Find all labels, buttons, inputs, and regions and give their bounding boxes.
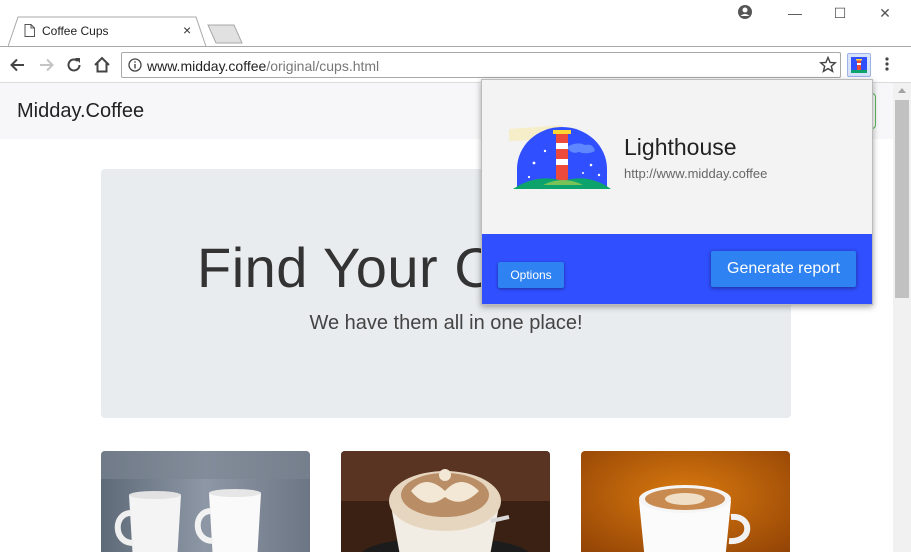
hero-subtitle: We have them all in one place!	[309, 312, 583, 334]
url-path: /original/cups.html	[266, 58, 380, 74]
back-icon[interactable]	[8, 55, 28, 75]
home-icon[interactable]	[92, 55, 112, 75]
info-icon[interactable]	[128, 58, 142, 72]
forward-icon[interactable]	[36, 55, 56, 75]
url-host: www.midday.coffee	[147, 58, 267, 74]
url-text[interactable]: www.midday.coffee/original/cups.html	[147, 58, 379, 74]
site-brand[interactable]: Midday.Coffee	[17, 100, 144, 123]
scroll-up-icon[interactable]	[898, 88, 906, 93]
lighthouse-title: Lighthouse	[624, 134, 737, 160]
coffee-card-image[interactable]	[341, 451, 550, 552]
reload-icon[interactable]	[64, 55, 84, 75]
page-icon	[24, 24, 35, 37]
popup-footer: Options Generate report	[482, 234, 872, 304]
hero-title: Find Your Co	[197, 236, 527, 299]
title-bar: Coffee Cups × — ☐ ✕	[0, 0, 911, 47]
star-icon[interactable]	[819, 56, 837, 74]
address-bar[interactable]: www.midday.coffee/original/cups.html	[121, 52, 841, 78]
close-window-button[interactable]: ✕	[870, 4, 900, 24]
tab-title: Coffee Cups	[42, 24, 109, 38]
options-button[interactable]: Options	[498, 262, 564, 288]
lighthouse-logo-icon	[509, 125, 611, 189]
scroll-thumb[interactable]	[895, 100, 909, 298]
page-scrollbar[interactable]	[893, 83, 911, 552]
lighthouse-url: http://www.midday.coffee	[624, 166, 768, 181]
lighthouse-extension-button[interactable]	[847, 53, 871, 77]
cappuccino-image	[341, 451, 550, 552]
tab-close-icon[interactable]: ×	[183, 22, 191, 38]
coffee-card-image[interactable]	[581, 451, 790, 552]
lighthouse-extension-icon	[851, 57, 867, 73]
lighthouse-popup: Lighthouse http://www.midday.coffee Opti…	[481, 79, 873, 305]
profile-icon[interactable]	[737, 4, 753, 20]
tab-coffee-cups[interactable]: Coffee Cups ×	[8, 16, 208, 47]
generate-report-button[interactable]: Generate report	[711, 251, 856, 287]
toolbar: www.midday.coffee/original/cups.html	[0, 46, 911, 83]
coffee-card-image[interactable]	[101, 451, 310, 552]
new-tab-button[interactable]	[207, 24, 245, 44]
maximize-button[interactable]: ☐	[825, 4, 855, 24]
minimize-button[interactable]: —	[780, 4, 810, 24]
latte-art-image	[581, 451, 790, 552]
kebab-menu-icon[interactable]	[884, 56, 890, 72]
white-cups-image	[101, 451, 310, 552]
